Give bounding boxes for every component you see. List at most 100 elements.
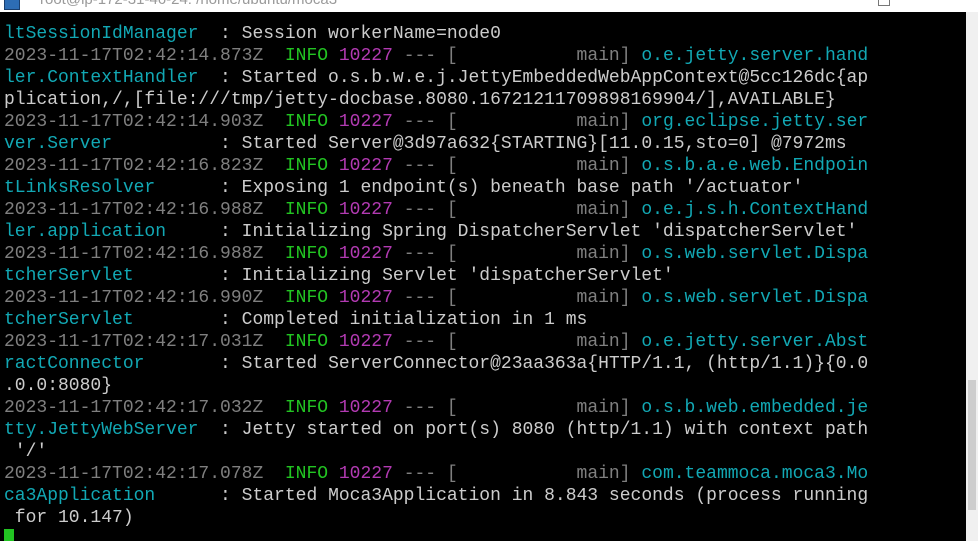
log-line: tty.JettyWebServer : Jetty started on po… <box>4 419 966 441</box>
log-line: 2023-11-17T02:42:14.903Z INFO 10227 --- … <box>4 111 966 133</box>
log-level: INFO <box>263 112 339 132</box>
log-message: plication,/,[file:///tmp/jetty-docbase.8… <box>4 90 836 110</box>
log-timestamp: 2023-11-17T02:42:17.078Z <box>4 464 264 484</box>
log-logger: tty.JettyWebServer <box>4 420 199 440</box>
log-logger: ver.Server <box>4 134 113 154</box>
log-logger: o.s.b.a.e.web.Endpoin <box>641 156 869 176</box>
log-logger: tcherServlet <box>4 310 134 330</box>
log-logger: ler.application <box>4 222 167 242</box>
log-message: .0.0:8080} <box>4 376 113 396</box>
log-timestamp: 2023-11-17T02:42:16.988Z <box>4 244 264 264</box>
terminal-cursor <box>4 529 14 541</box>
log-logger: com.teammoca.moca3.Mo <box>641 464 869 484</box>
log-message: '/' <box>4 442 48 462</box>
log-logger: ractConnector <box>4 354 145 374</box>
log-separator: --- [ <box>392 200 458 220</box>
log-thread: main] <box>457 112 642 132</box>
log-logger: tLinksResolver <box>4 178 156 198</box>
log-timestamp: 2023-11-17T02:42:14.903Z <box>4 112 264 132</box>
log-level: INFO <box>263 332 339 352</box>
log-message: : Initializing Spring DispatcherServlet … <box>166 222 858 242</box>
log-message: : Initializing Servlet 'dispatcherServle… <box>133 266 674 286</box>
log-level: INFO <box>263 464 339 484</box>
log-line: 2023-11-17T02:42:16.988Z INFO 10227 --- … <box>4 243 966 265</box>
log-line: ler.ContextHandler : Started o.s.b.w.e.j… <box>4 67 966 89</box>
log-thread: main] <box>457 200 642 220</box>
log-level: INFO <box>263 288 339 308</box>
log-separator: --- [ <box>392 46 458 66</box>
scrollbar-thumb[interactable] <box>968 380 976 510</box>
log-line: ver.Server : Started Server@3d97a632{STA… <box>4 133 966 155</box>
log-line: '/' <box>4 441 966 463</box>
log-timestamp: 2023-11-17T02:42:17.031Z <box>4 332 264 352</box>
log-level: INFO <box>263 200 339 220</box>
log-logger: o.s.web.servlet.Dispa <box>641 288 869 308</box>
log-logger: o.s.b.web.embedded.je <box>641 398 869 418</box>
log-pid: 10227 <box>338 464 393 484</box>
log-message: : Completed initialization in 1 ms <box>133 310 588 330</box>
log-logger: ler.ContextHandler <box>4 68 199 88</box>
log-line: ler.application : Initializing Spring Di… <box>4 221 966 243</box>
log-message: : Jetty started on port(s) 8080 (http/1.… <box>198 420 869 440</box>
log-thread: main] <box>457 46 642 66</box>
log-line: .0.0:8080} <box>4 375 966 397</box>
log-line: ltSessionIdManager : Session workerName=… <box>4 23 966 45</box>
log-timestamp: 2023-11-17T02:42:16.823Z <box>4 156 264 176</box>
log-logger: o.e.jetty.server.Abst <box>641 332 869 352</box>
log-line: 2023-11-17T02:42:17.031Z INFO 10227 --- … <box>4 331 966 353</box>
log-message: : Session workerName=node0 <box>198 24 501 44</box>
log-separator: --- [ <box>392 288 458 308</box>
log-message: : Started ServerConnector@23aa363a{HTTP/… <box>144 354 869 374</box>
log-logger: ca3Application <box>4 486 156 506</box>
log-thread: main] <box>457 398 642 418</box>
log-logger: o.s.web.servlet.Dispa <box>641 244 869 264</box>
log-pid: 10227 <box>338 244 393 264</box>
log-line: 2023-11-17T02:42:14.873Z INFO 10227 --- … <box>4 45 966 67</box>
title-bar[interactable]: root@ip-172-31-46-24: /home/ubuntu/moca3 <box>0 0 978 12</box>
terminal-output[interactable]: ltSessionIdManager : Session workerName=… <box>4 23 966 529</box>
log-pid: 10227 <box>338 332 393 352</box>
log-timestamp: 2023-11-17T02:42:14.873Z <box>4 46 264 66</box>
log-logger: tcherServlet <box>4 266 134 286</box>
log-thread: main] <box>457 244 642 264</box>
log-logger: org.eclipse.jetty.ser <box>641 112 869 132</box>
log-thread: main] <box>457 288 642 308</box>
log-message: : Exposing 1 endpoint(s) beneath base pa… <box>155 178 804 198</box>
log-timestamp: 2023-11-17T02:42:16.988Z <box>4 200 264 220</box>
log-line: ca3Application : Started Moca3Applicatio… <box>4 485 966 507</box>
log-line: tLinksResolver : Exposing 1 endpoint(s) … <box>4 177 966 199</box>
log-line: ractConnector : Started ServerConnector@… <box>4 353 966 375</box>
log-line: 2023-11-17T02:42:16.823Z INFO 10227 --- … <box>4 155 966 177</box>
log-pid: 10227 <box>338 112 393 132</box>
log-level: INFO <box>263 156 339 176</box>
log-thread: main] <box>457 332 642 352</box>
log-line: 2023-11-17T02:42:17.078Z INFO 10227 --- … <box>4 463 966 485</box>
log-timestamp: 2023-11-17T02:42:17.032Z <box>4 398 264 418</box>
log-message: : Started Server@3d97a632{STARTING}[11.0… <box>112 134 847 154</box>
log-thread: main] <box>457 156 642 176</box>
log-line: 2023-11-17T02:42:16.988Z INFO 10227 --- … <box>4 199 966 221</box>
log-line: tcherServlet : Completed initialization … <box>4 309 966 331</box>
log-separator: --- [ <box>392 112 458 132</box>
log-separator: --- [ <box>392 398 458 418</box>
maximize-icon[interactable] <box>878 0 890 6</box>
log-logger: ltSessionIdManager <box>4 24 199 44</box>
log-pid: 10227 <box>338 200 393 220</box>
log-pid: 10227 <box>338 288 393 308</box>
log-pid: 10227 <box>338 46 393 66</box>
log-separator: --- [ <box>392 156 458 176</box>
log-line: 2023-11-17T02:42:16.990Z INFO 10227 --- … <box>4 287 966 309</box>
log-timestamp: 2023-11-17T02:42:16.990Z <box>4 288 264 308</box>
log-line: tcherServlet : Initializing Servlet 'dis… <box>4 265 966 287</box>
log-logger: o.e.j.s.h.ContextHand <box>641 200 869 220</box>
log-line: plication,/,[file:///tmp/jetty-docbase.8… <box>4 89 966 111</box>
log-message: for 10.147) <box>4 508 134 528</box>
log-separator: --- [ <box>392 332 458 352</box>
terminal-window: root@ip-172-31-46-24: /home/ubuntu/moca3… <box>0 0 978 541</box>
log-line: for 10.147) <box>4 507 966 529</box>
log-pid: 10227 <box>338 398 393 418</box>
log-pid: 10227 <box>338 156 393 176</box>
log-thread: main] <box>457 464 642 484</box>
log-level: INFO <box>263 398 339 418</box>
log-separator: --- [ <box>392 244 458 264</box>
